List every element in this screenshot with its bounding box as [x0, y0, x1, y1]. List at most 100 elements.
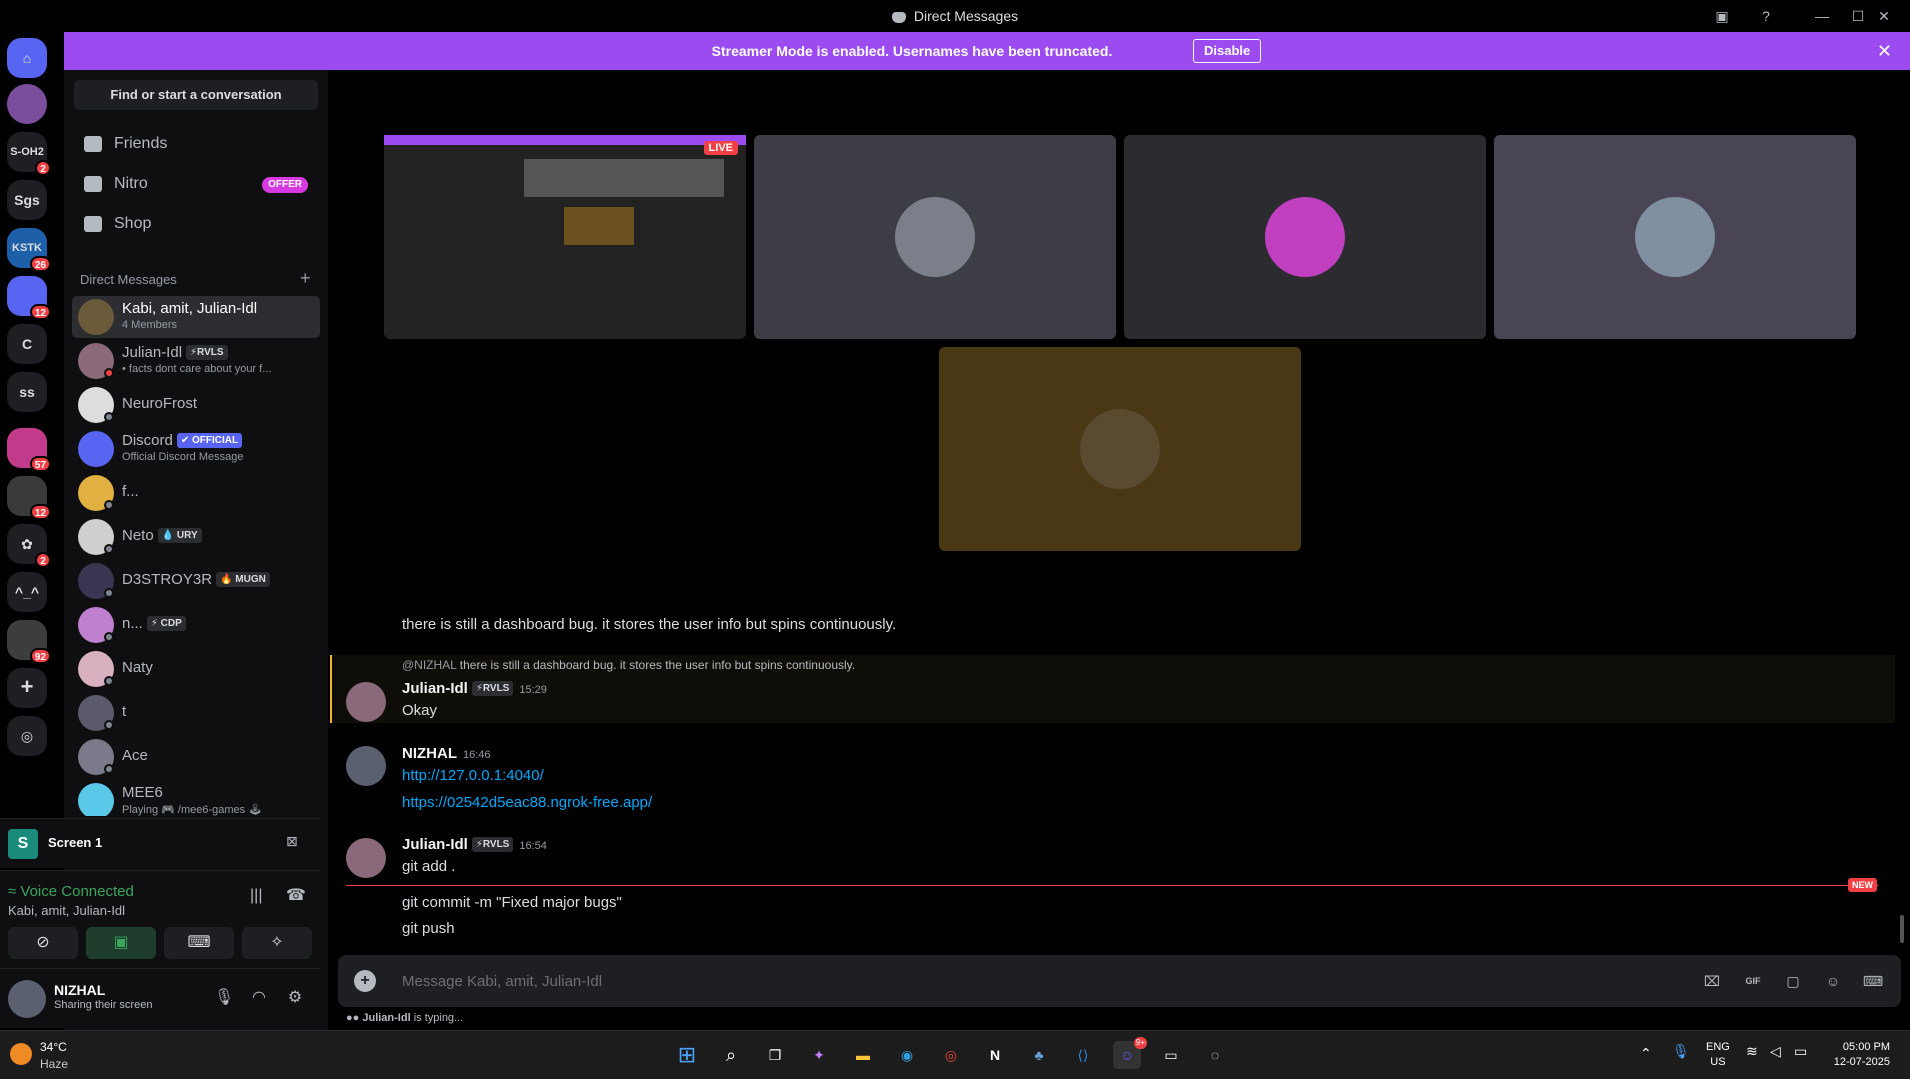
nav-friends[interactable]: Friends — [74, 126, 318, 162]
apps-icon[interactable]: ⌨ — [1862, 970, 1884, 992]
stream-tile[interactable]: LIVE — [384, 135, 746, 339]
title-bar: Direct Messages ▣ ? — ☐ ✕ — [0, 0, 1910, 32]
mic-tray-icon[interactable]: 🎙 — [1672, 1043, 1690, 1060]
disable-button[interactable]: Disable — [1193, 39, 1262, 63]
dm-header: Direct Messages — [80, 272, 177, 287]
dm-item[interactable]: n... ⚡ CDP — [72, 604, 320, 646]
camera-off-button[interactable]: ⊘ — [8, 927, 78, 959]
server-8[interactable]: 57 — [7, 428, 51, 472]
avatar — [78, 299, 114, 335]
task-view-icon[interactable]: ❐ — [761, 1041, 789, 1069]
message-link[interactable]: http://127.0.0.1:4040/ — [402, 767, 544, 784]
gift-icon[interactable]: ⌧ — [1701, 970, 1723, 992]
weather-icon[interactable] — [10, 1043, 32, 1065]
dm-item[interactable]: t — [72, 692, 320, 734]
soundboard-icon[interactable]: ||| — [250, 887, 262, 905]
server-4[interactable]: KSTK 26 — [7, 228, 51, 272]
message-text: there is still a dashboard bug. it store… — [402, 616, 897, 633]
server-12[interactable]: 92 — [7, 620, 51, 664]
inbox-icon[interactable]: ▣ — [1712, 6, 1732, 26]
effects-button[interactable]: ✧ — [242, 927, 312, 959]
server-0[interactable] — [7, 84, 47, 124]
add-server-button[interactable]: + — [7, 668, 47, 708]
gif-button[interactable]: GIF — [1742, 970, 1764, 992]
dm-item[interactable]: Neto 💧 URY — [72, 516, 320, 558]
message-text: git add . — [402, 858, 456, 875]
server-6[interactable]: C — [7, 324, 47, 364]
search-icon[interactable]: ⌕ — [717, 1041, 745, 1069]
file-explorer-icon[interactable]: ▬ — [849, 1041, 877, 1069]
discord-taskbar-icon[interactable]: ☺ 9+ — [1113, 1037, 1147, 1069]
dm-item[interactable]: Julian-Idl ⚡RVLS • facts dont care about y… — [72, 340, 320, 382]
mic-icon[interactable]: 🎙 — [213, 987, 235, 1009]
search-input[interactable]: Find or start a conversation — [74, 80, 318, 110]
sticker-icon[interactable]: ▢ — [1782, 970, 1804, 992]
message-text: Okay — [402, 702, 438, 719]
screen-share-button[interactable]: ▣ — [86, 927, 156, 959]
chevron-up-icon[interactable]: ⌃ — [1640, 1045, 1652, 1062]
avatar — [1265, 197, 1345, 277]
dm-item[interactable]: Kabi, amit, Julian-Idl 4 Members — [72, 296, 320, 338]
nav-shop[interactable]: Shop — [74, 206, 318, 242]
minimize-button[interactable]: — — [1812, 6, 1832, 26]
disconnect-icon[interactable]: ☎ — [286, 885, 306, 905]
volume-icon[interactable]: ◁ — [1770, 1043, 1781, 1060]
weather-temp: 34°C — [40, 1040, 67, 1054]
badge: 9+ — [1133, 1037, 1147, 1049]
server-11[interactable]: ^_^ — [7, 572, 47, 612]
chrome-icon[interactable]: ◎ — [937, 1041, 965, 1069]
emoji-icon[interactable]: ☺ — [1822, 970, 1844, 992]
stop-stream-icon[interactable]: ⊠ — [286, 833, 298, 850]
start-icon[interactable]: ⊞ — [673, 1041, 701, 1069]
language-indicator[interactable]: ENG US — [1706, 1040, 1730, 1070]
nitro-icon — [84, 176, 102, 192]
dm-item[interactable]: D3STROY3R 🔥 MUGN — [72, 560, 320, 602]
headphones-icon[interactable]: ◠ — [248, 987, 270, 1009]
server-2[interactable]: S-OH2 2 — [7, 132, 51, 176]
obs-icon[interactable]: ◌ — [1201, 1041, 1229, 1069]
avatar — [346, 682, 386, 722]
copilot-icon[interactable]: ✦ — [805, 1041, 833, 1069]
server-5[interactable]: 12 — [7, 276, 51, 320]
server-9[interactable]: 12 — [7, 476, 51, 520]
battery-icon[interactable]: ▭ — [1794, 1043, 1807, 1060]
close-button[interactable]: ✕ — [1874, 6, 1894, 26]
scrollbar[interactable] — [1900, 915, 1904, 943]
video-tile[interactable] — [1124, 135, 1486, 339]
dm-item[interactable]: Ace — [72, 736, 320, 778]
terminal-icon[interactable]: ▭ — [1157, 1041, 1185, 1069]
dm-item[interactable]: MEE6 Playing 🎮 /mee6-games 🕹 — [72, 780, 320, 816]
server-3[interactable]: Sgs — [7, 180, 47, 220]
activities-button[interactable]: ⌨ — [164, 927, 234, 959]
vscode-icon[interactable]: ⟨⟩ — [1069, 1041, 1097, 1069]
dm-item[interactable]: Discord ✔ OFFICIAL Official Discord Messag… — [72, 428, 320, 470]
user-avatar[interactable] — [8, 980, 46, 1018]
postgres-icon[interactable]: ♣ — [1025, 1041, 1053, 1069]
server-10[interactable]: ✿ 2 — [7, 524, 51, 568]
taskbar: 34°C Haze ⊞ ⌕ ❐ ✦ ▬ ◉ ◎ N ♣ ⟨⟩ ☺ 9+ ▭ ◌ ⌃… — [0, 1030, 1910, 1079]
message-input[interactable] — [402, 969, 1402, 993]
dm-item[interactable]: f... — [72, 472, 320, 514]
message-link[interactable]: https://02542d5eac88.ngrok-free.app/ — [402, 794, 652, 811]
message-text: git commit -m "Fixed major bugs" — [402, 894, 622, 911]
maximize-button[interactable]: ☐ — [1848, 6, 1868, 26]
dm-item[interactable]: Naty — [72, 648, 320, 690]
add-dm-icon[interactable]: + — [300, 268, 311, 289]
video-tile[interactable] — [1494, 135, 1856, 339]
edge-icon[interactable]: ◉ — [893, 1041, 921, 1069]
wifi-icon[interactable]: ≋ — [1746, 1043, 1758, 1060]
clock[interactable]: 05:00 PM 12-07-2025 — [1826, 1040, 1890, 1070]
discover-icon[interactable]: ◎ — [7, 716, 47, 756]
badge: 92 — [29, 648, 51, 664]
video-tile[interactable] — [939, 347, 1301, 551]
attach-button[interactable]: + — [354, 970, 376, 992]
help-icon[interactable]: ? — [1756, 6, 1776, 26]
nav-nitro[interactable]: Nitro OFFER — [74, 166, 318, 202]
home-button[interactable]: ⌂ — [7, 38, 47, 78]
settings-icon[interactable]: ⚙ — [284, 987, 306, 1009]
video-tile[interactable] — [754, 135, 1116, 339]
close-banner-icon[interactable]: ✕ — [1877, 41, 1892, 62]
server-7[interactable]: ss — [7, 372, 47, 412]
notion-icon[interactable]: N — [981, 1041, 1009, 1069]
dm-item[interactable]: NeuroFrost — [72, 384, 320, 426]
